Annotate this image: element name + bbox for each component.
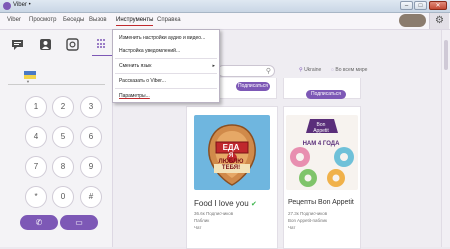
dial-key-hash[interactable]: # <box>80 186 102 208</box>
phone-icon: ✆ <box>35 218 43 227</box>
menu-viber[interactable]: Viber <box>7 17 21 23</box>
phone-number-field[interactable]: ▼ <box>8 70 105 85</box>
card-title-text: Food I love you <box>194 199 249 208</box>
message-button[interactable]: ▭ <box>60 215 98 230</box>
menu-parameters[interactable]: Параметры... <box>119 93 150 99</box>
dial-key-5[interactable]: 5 <box>52 126 74 148</box>
call-button[interactable]: ✆ <box>20 215 58 230</box>
location-pin-icon: ⚲ <box>299 67 303 73</box>
dial-key-6[interactable]: 6 <box>80 126 102 148</box>
dial-key-4[interactable]: 4 <box>25 126 47 148</box>
message-icon: ▭ <box>75 218 83 227</box>
filter-country[interactable]: ⚲ Ukraine <box>299 67 321 73</box>
card-title: Рецепты Bon Appetit <box>288 199 354 206</box>
card-title: Food I love you ✔ <box>194 199 257 208</box>
maximize-button[interactable]: □ <box>414 1 427 10</box>
dial-key-star[interactable]: * <box>25 186 47 208</box>
dial-key-3[interactable]: 3 <box>80 96 102 118</box>
submenu-arrow-icon: ▸ <box>212 63 215 69</box>
dial-key-9[interactable]: 9 <box>80 156 102 178</box>
scrollbar-thumb[interactable] <box>444 40 448 70</box>
public-chat-card-food[interactable]: Food I love you ✔ 36.6к Подписчиков Пабл… <box>186 106 278 249</box>
filter-world[interactable]: ◌ Во всем мире <box>331 67 367 73</box>
dial-key-7[interactable]: 7 <box>25 156 47 178</box>
public-chats-icon[interactable] <box>66 38 79 51</box>
window-title: Viber • <box>13 2 31 8</box>
card-chat: Чат <box>288 225 296 230</box>
dial-key-8[interactable]: 8 <box>52 156 74 178</box>
flag-icon[interactable] <box>24 71 36 79</box>
menu-call[interactable]: Вызов <box>89 17 107 23</box>
filter-world-label: Во всем мире <box>335 67 368 73</box>
card-type: Паблик <box>194 218 210 223</box>
card-subscribers: 36.6к Подписчиков <box>194 211 234 216</box>
verified-badge-icon: ✔ <box>250 201 257 208</box>
menu-divider <box>115 88 217 89</box>
subscribe-button[interactable]: Подписаться <box>306 90 346 99</box>
viber-logo-icon <box>3 2 11 10</box>
menu-conversations[interactable]: Беседы <box>63 17 84 23</box>
search-icon: ⚲ <box>265 68 271 75</box>
card-image-recipes <box>286 115 358 190</box>
avatar[interactable] <box>399 14 433 27</box>
subscribe-button[interactable]: Подписаться <box>236 82 270 91</box>
scrollbar[interactable] <box>441 30 450 247</box>
menu-divider <box>115 73 217 74</box>
tools-dropdown-menu: Изменить настройки аудио и видео... Наст… <box>112 29 220 103</box>
dialpad-icon[interactable] <box>97 39 107 49</box>
menu-view[interactable]: Просмотр <box>29 17 56 23</box>
chevron-down-icon: ▼ <box>26 79 30 84</box>
gear-icon[interactable]: ⚙ <box>429 13 449 29</box>
menu-divider <box>115 58 217 59</box>
dial-key-0[interactable]: 0 <box>52 186 74 208</box>
dial-key-1[interactable]: 1 <box>25 96 47 118</box>
card-type: Bon Appetit-паблик <box>288 218 327 223</box>
menu-tools[interactable]: Инструменты <box>116 17 154 26</box>
chat-bubble-icon[interactable] <box>11 38 24 51</box>
globe-icon: ◌ <box>331 67 334 73</box>
dial-key-2[interactable]: 2 <box>52 96 74 118</box>
menu-notification-settings[interactable]: Настройка уведомлений... <box>119 48 180 54</box>
filter-country-label: Ukraine <box>304 67 322 73</box>
card-image-food <box>194 115 270 190</box>
public-chat-card-recipes[interactable]: Рецепты Bon Appetit 27.3к Подписчиков Bo… <box>283 106 361 249</box>
menu-help[interactable]: Справка <box>157 17 181 23</box>
menu-audio-video-settings[interactable]: Изменить настройки аудио и видео... <box>119 35 205 41</box>
window-titlebar: Viber • – □ ✕ <box>0 0 450 13</box>
minimize-button[interactable]: – <box>400 1 413 10</box>
left-panel: ▼ 1 2 3 4 5 6 7 8 9 * 0 # ✆ ▭ <box>0 30 113 247</box>
card-subscribers: 27.3к Подписчиков <box>288 211 328 216</box>
search-input[interactable]: ⚲ <box>217 65 275 77</box>
close-button[interactable]: ✕ <box>429 1 447 10</box>
card-chat: Чат <box>194 225 202 230</box>
person-icon[interactable] <box>39 38 52 51</box>
active-tab-indicator <box>92 55 112 56</box>
menu-tell-about-viber[interactable]: Рассказать о Viber... <box>119 78 166 84</box>
menu-bar: Viber Просмотр Беседы Вызов Инструменты … <box>0 13 450 30</box>
menu-change-language[interactable]: Сменить язык <box>119 63 151 69</box>
